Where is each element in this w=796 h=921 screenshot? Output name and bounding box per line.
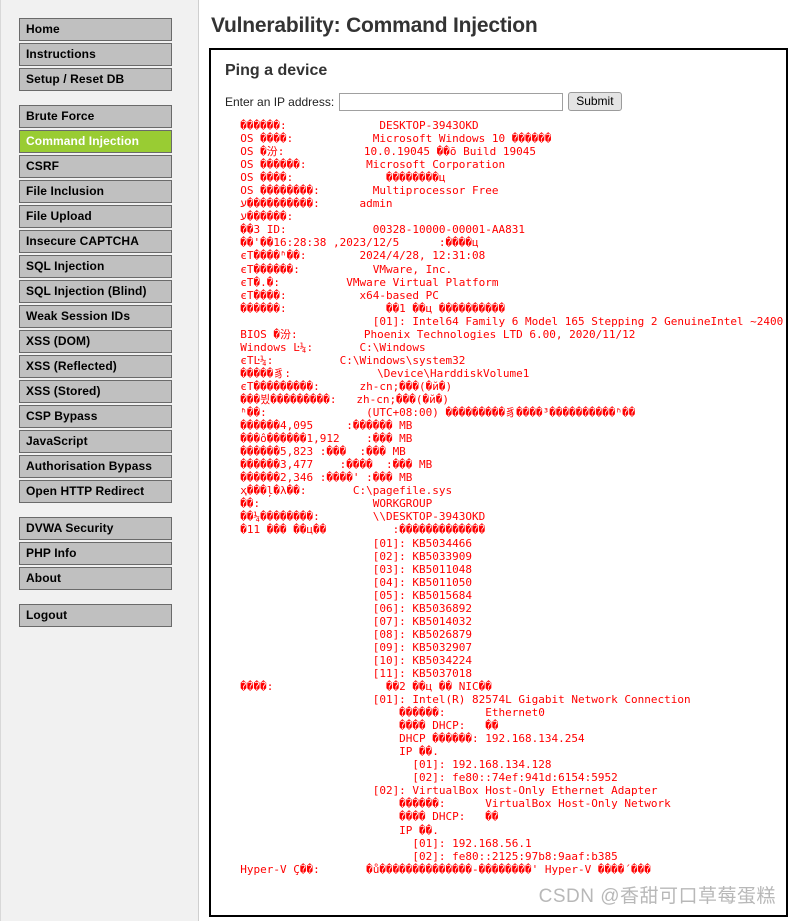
csdn-watermark: CSDN @香甜可口草莓蛋糕 (539, 881, 776, 908)
sidebar-item-weak-session-ids[interactable]: Weak Session IDs (19, 305, 172, 328)
ip-address-input[interactable] (339, 93, 563, 111)
sidebar-item-open-http-redirect[interactable]: Open HTTP Redirect (19, 480, 172, 503)
sidebar-item-authorisation-bypass[interactable]: Authorisation Bypass (19, 455, 172, 478)
sidebar: Home Instructions Setup / Reset DB Brute… (0, 0, 199, 921)
sidebar-item-instructions[interactable]: Instructions (19, 43, 172, 66)
sidebar-group-session: Logout (1, 604, 198, 627)
sidebar-item-home[interactable]: Home (19, 18, 172, 41)
sidebar-item-xss-stored[interactable]: XSS (Stored) (19, 380, 172, 403)
sidebar-item-logout[interactable]: Logout (19, 604, 172, 627)
sidebar-item-csp-bypass[interactable]: CSP Bypass (19, 405, 172, 428)
sidebar-item-setup-reset-db[interactable]: Setup / Reset DB (19, 68, 172, 91)
sidebar-item-csrf[interactable]: CSRF (19, 155, 172, 178)
vulnerability-panel: Ping a device Enter an IP address: Submi… (209, 48, 788, 917)
sidebar-item-javascript[interactable]: JavaScript (19, 430, 172, 453)
ip-address-label: Enter an IP address: (225, 95, 334, 109)
main-content: Vulnerability: Command Injection Ping a … (199, 0, 796, 921)
sidebar-item-insecure-captcha[interactable]: Insecure CAPTCHA (19, 230, 172, 253)
sidebar-item-about[interactable]: About (19, 567, 172, 590)
sidebar-group-vulnerabilities: Brute Force Command Injection CSRF File … (1, 105, 198, 503)
submit-button[interactable]: Submit (568, 92, 621, 111)
section-title: Ping a device (225, 62, 786, 80)
page-title: Vulnerability: Command Injection (211, 14, 788, 38)
command-output: ������: DESKTOP-3943OKD OS ����: Microso… (225, 119, 786, 876)
sidebar-group-settings: DVWA Security PHP Info About (1, 517, 198, 590)
sidebar-group-main: Home Instructions Setup / Reset DB (1, 18, 198, 91)
sidebar-item-command-injection[interactable]: Command Injection (19, 130, 172, 153)
dvwa-page: Home Instructions Setup / Reset DB Brute… (0, 0, 796, 921)
sidebar-item-xss-reflected[interactable]: XSS (Reflected) (19, 355, 172, 378)
sidebar-item-sql-injection[interactable]: SQL Injection (19, 255, 172, 278)
ping-form: Enter an IP address: Submit (225, 92, 786, 111)
sidebar-item-file-upload[interactable]: File Upload (19, 205, 172, 228)
sidebar-item-brute-force[interactable]: Brute Force (19, 105, 172, 128)
sidebar-item-dvwa-security[interactable]: DVWA Security (19, 517, 172, 540)
sidebar-item-php-info[interactable]: PHP Info (19, 542, 172, 565)
sidebar-item-sql-injection-blind[interactable]: SQL Injection (Blind) (19, 280, 172, 303)
sidebar-item-file-inclusion[interactable]: File Inclusion (19, 180, 172, 203)
sidebar-item-xss-dom[interactable]: XSS (DOM) (19, 330, 172, 353)
